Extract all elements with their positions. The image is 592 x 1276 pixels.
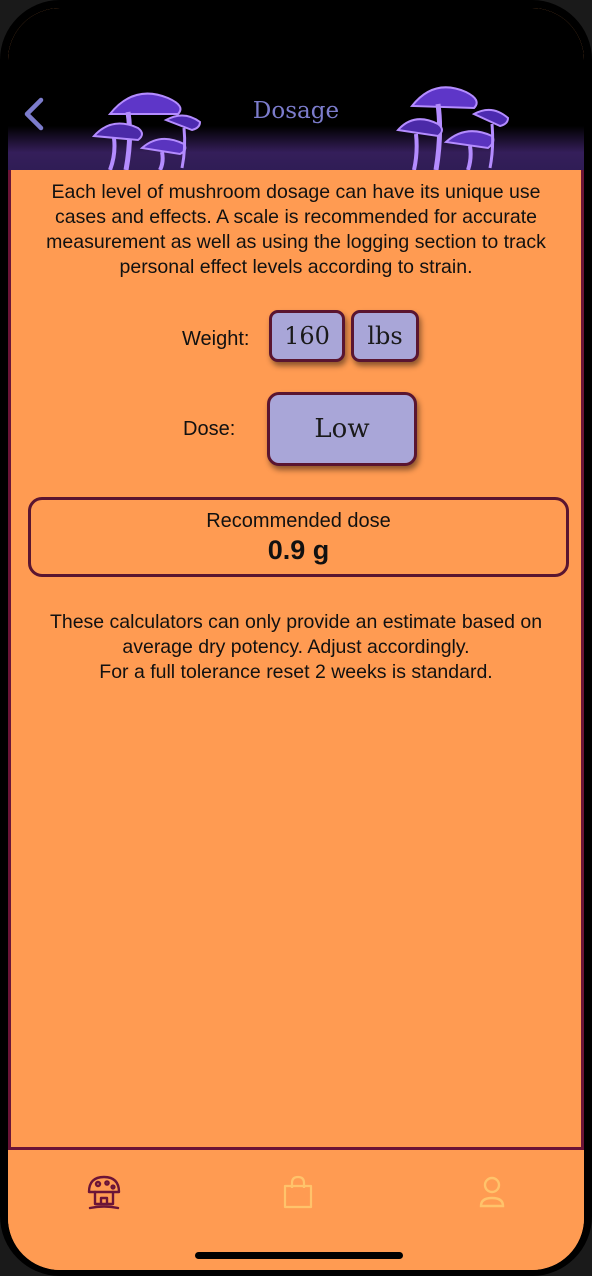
device-notch: [140, 8, 452, 58]
dose-value: Low: [314, 414, 370, 444]
weight-unit-selector[interactable]: lbs: [351, 310, 419, 362]
device-frame: Dosage Each level of mushroom dosage can…: [0, 0, 592, 1276]
dosage-content: Each level of mushroom dosage can have i…: [8, 170, 584, 1150]
mushroom-home-icon: [87, 1175, 121, 1210]
recommended-dose-card: Recommended dose 0.9 g: [28, 497, 569, 577]
recommended-dose-label: Recommended dose: [206, 510, 391, 532]
mushroom-illustration-icon: [91, 92, 202, 170]
header: Dosage: [8, 8, 584, 170]
recommended-dose-value: 0.9 g: [267, 535, 330, 565]
tab-shop[interactable]: [278, 1172, 318, 1212]
mushroom-illustration-icon: [396, 86, 510, 170]
weight-unit: lbs: [367, 322, 403, 350]
shopping-bag-icon: [283, 1175, 313, 1209]
disclaimer-line-2: For a full tolerance reset 2 weeks is st…: [99, 661, 493, 683]
dose-label: Dose:: [183, 418, 236, 440]
weight-value: 160: [284, 322, 330, 350]
home-indicator[interactable]: [195, 1252, 403, 1259]
profile-icon: [479, 1176, 505, 1208]
intro-text: Each level of mushroom dosage can have i…: [46, 181, 546, 278]
weight-input[interactable]: 160: [269, 310, 345, 362]
disclaimer-text: These calculators can only provide an es…: [25, 610, 567, 685]
screen: Dosage Each level of mushroom dosage can…: [8, 8, 584, 1270]
dose-level-selector[interactable]: Low: [267, 392, 417, 466]
tab-home[interactable]: [84, 1172, 124, 1212]
tab-profile[interactable]: [472, 1172, 512, 1212]
disclaimer-line-1: These calculators can only provide an es…: [49, 611, 543, 658]
weight-label: Weight:: [182, 328, 250, 350]
